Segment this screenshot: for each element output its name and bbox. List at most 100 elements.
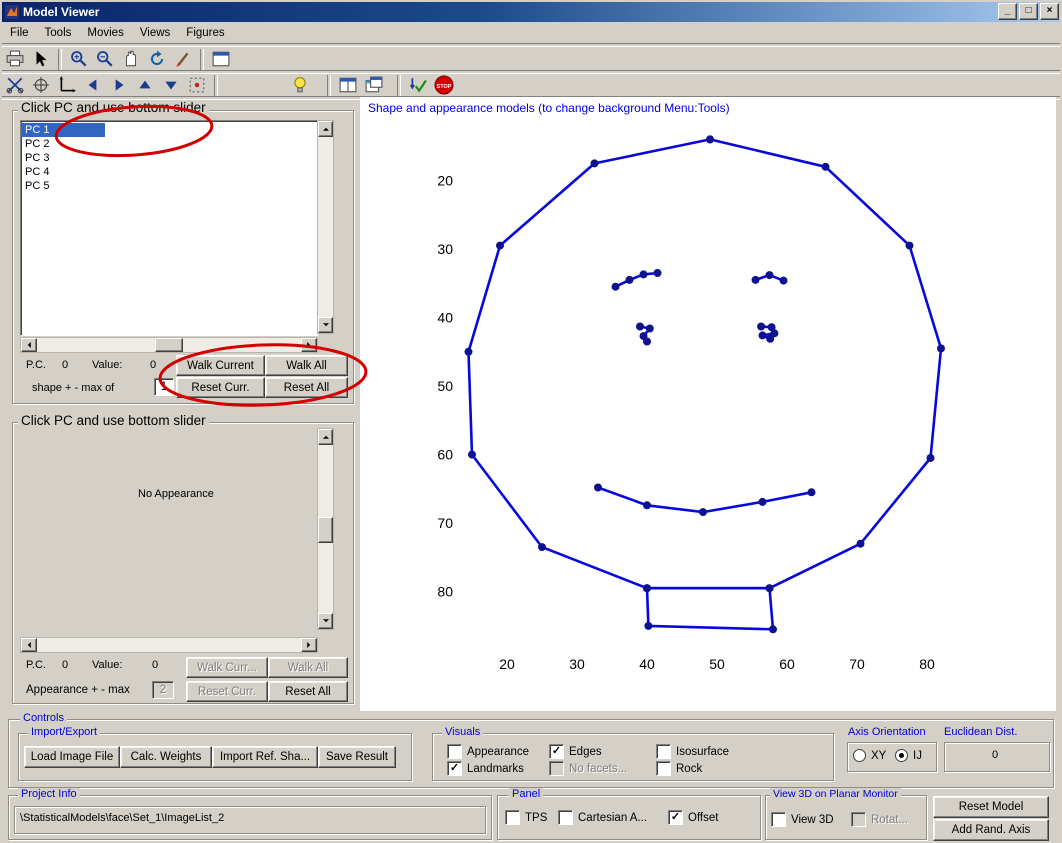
checkbox-no-facets[interactable]: No facets... [549, 761, 627, 776]
shape-pc-slider[interactable] [20, 337, 318, 353]
slider-thumb[interactable] [155, 338, 183, 352]
menu-figures[interactable]: Figures [178, 25, 232, 41]
figure-window-icon[interactable] [209, 48, 233, 71]
landmark-pick-icon[interactable] [29, 74, 53, 97]
y-tick-label: 70 [437, 515, 453, 531]
menu-movies[interactable]: Movies [79, 25, 131, 41]
checkbox-box: ✓ [447, 761, 462, 776]
radio-xy[interactable]: XY [853, 749, 886, 762]
x-tick-label: 20 [499, 656, 515, 672]
reset-current-button-disabled[interactable]: Reset Curr. [186, 681, 268, 702]
divider [397, 75, 401, 96]
slider-left-icon[interactable] [21, 338, 37, 352]
checkbox-box [851, 812, 866, 827]
checkbox-landmarks[interactable]: ✓ Landmarks [447, 761, 524, 776]
lightbulb-icon[interactable] [288, 74, 312, 97]
window-tile-icon[interactable] [336, 74, 360, 97]
pan-hand-icon[interactable] [119, 48, 143, 71]
snap-icon[interactable] [185, 74, 209, 97]
scroll-up-icon[interactable] [318, 121, 333, 137]
walk-current-button-disabled[interactable]: Walk Curr... [186, 657, 268, 678]
checkbox-tps[interactable]: TPS [505, 810, 547, 825]
pc-list-item[interactable]: PC 5 [21, 179, 317, 193]
add-rand-axis-button[interactable]: Add Rand. Axis [933, 819, 1049, 841]
pc-listbox[interactable]: PC 1 PC 2 PC 3 PC 4 PC 5 [20, 120, 318, 336]
reset-current-button[interactable]: Reset Curr. [176, 377, 265, 398]
axes-icon[interactable] [55, 74, 79, 97]
toolbar-row-2: STOP [2, 72, 1060, 98]
walk-current-button[interactable]: Walk Current [176, 355, 265, 376]
checkbox-edges[interactable]: ✓ Edges [549, 744, 602, 759]
checkbox-appearance[interactable]: Appearance [447, 744, 529, 759]
scroll-down-icon[interactable] [318, 613, 333, 629]
walk-all-button[interactable]: Walk All [265, 355, 348, 376]
pc-list-item[interactable]: PC 2 [21, 137, 317, 151]
reset-all-button[interactable]: Reset All [268, 681, 348, 702]
face-shape-plot[interactable]: 2030405060708020304050607080 [395, 118, 995, 688]
radio-ij[interactable]: IJ [895, 749, 922, 762]
print-icon[interactable] [3, 48, 27, 71]
checkbox-rock[interactable]: Rock [656, 761, 702, 776]
maximize-button[interactable]: □ [1019, 3, 1038, 20]
reset-model-button[interactable]: Reset Model [933, 796, 1049, 818]
scroll-down-icon[interactable] [318, 317, 333, 333]
checkbox-cartesian[interactable]: Cartesian A... [558, 810, 647, 825]
cut-plane-icon[interactable] [3, 74, 27, 97]
view-left-icon[interactable] [81, 74, 105, 97]
title-bar[interactable]: Model Viewer [2, 2, 1060, 22]
slider-right-icon[interactable] [301, 338, 317, 352]
landmark-marker [706, 135, 714, 143]
x-tick-label: 40 [639, 656, 655, 672]
view3d-title: View 3D on Planar Monitor [770, 788, 901, 800]
rotate3d-icon[interactable] [145, 48, 169, 71]
appearance-scrollbar[interactable] [317, 428, 334, 630]
menu-bar: File Tools Movies Views Figures [2, 23, 1060, 42]
pc-list-item[interactable]: PC 1 [21, 123, 105, 137]
appearance-slider[interactable] [20, 637, 318, 653]
zoom-out-icon[interactable] [93, 48, 117, 71]
pc-list-item[interactable]: PC 4 [21, 165, 317, 179]
import-ref-shape-button[interactable]: Import Ref. Sha... [212, 746, 318, 768]
brush-icon[interactable] [171, 48, 195, 71]
reset-all-button[interactable]: Reset All [265, 377, 348, 398]
calc-weights-button[interactable]: Calc. Weights [120, 746, 212, 768]
pc-list-scrollbar[interactable] [317, 120, 334, 334]
load-image-file-button[interactable]: Load Image File [24, 746, 120, 768]
shape-max-input[interactable]: 1 [154, 378, 174, 396]
y-tick-label: 50 [437, 378, 453, 394]
apply-check-icon[interactable] [406, 74, 430, 97]
minimize-button[interactable]: _ [998, 3, 1017, 20]
landmark-marker [640, 270, 648, 278]
landmark-marker [654, 269, 662, 277]
menu-file[interactable]: File [2, 25, 37, 41]
landmark-marker [757, 323, 765, 331]
checkbox-rotate[interactable]: Rotat... [851, 812, 908, 827]
window-cascade-icon[interactable] [362, 74, 386, 97]
pc-list-item[interactable]: PC 3 [21, 151, 317, 165]
save-result-button[interactable]: Save Result [318, 746, 396, 768]
view-up-icon[interactable] [133, 74, 157, 97]
checkbox-view3d[interactable]: View 3D [771, 812, 834, 827]
checkbox-isosurface[interactable]: Isosurface [656, 744, 729, 759]
y-tick-label: 30 [437, 241, 453, 257]
stop-icon[interactable]: STOP [432, 74, 456, 97]
menu-tools[interactable]: Tools [37, 25, 80, 41]
value-label: Value: [92, 659, 122, 671]
appearance-max-input[interactable]: 2 [152, 681, 174, 699]
scroll-thumb[interactable] [318, 517, 333, 543]
zoom-in-icon[interactable] [67, 48, 91, 71]
slider-right-icon[interactable] [301, 638, 317, 652]
close-button[interactable]: × [1040, 3, 1059, 20]
view-down-icon[interactable] [159, 74, 183, 97]
checkbox-offset[interactable]: ✓ Offset [668, 810, 718, 825]
scroll-up-icon[interactable] [318, 429, 333, 445]
arrow-cursor-icon[interactable] [29, 48, 53, 71]
menu-views[interactable]: Views [132, 25, 178, 41]
slider-left-icon[interactable] [21, 638, 37, 652]
pc-value: 0 [62, 659, 68, 671]
value-number: 0 [150, 359, 156, 371]
view-right-icon[interactable] [107, 74, 131, 97]
visuals-title: Visuals [442, 726, 483, 738]
walk-all-button-disabled[interactable]: Walk All [268, 657, 348, 678]
checkbox-box [558, 810, 573, 825]
